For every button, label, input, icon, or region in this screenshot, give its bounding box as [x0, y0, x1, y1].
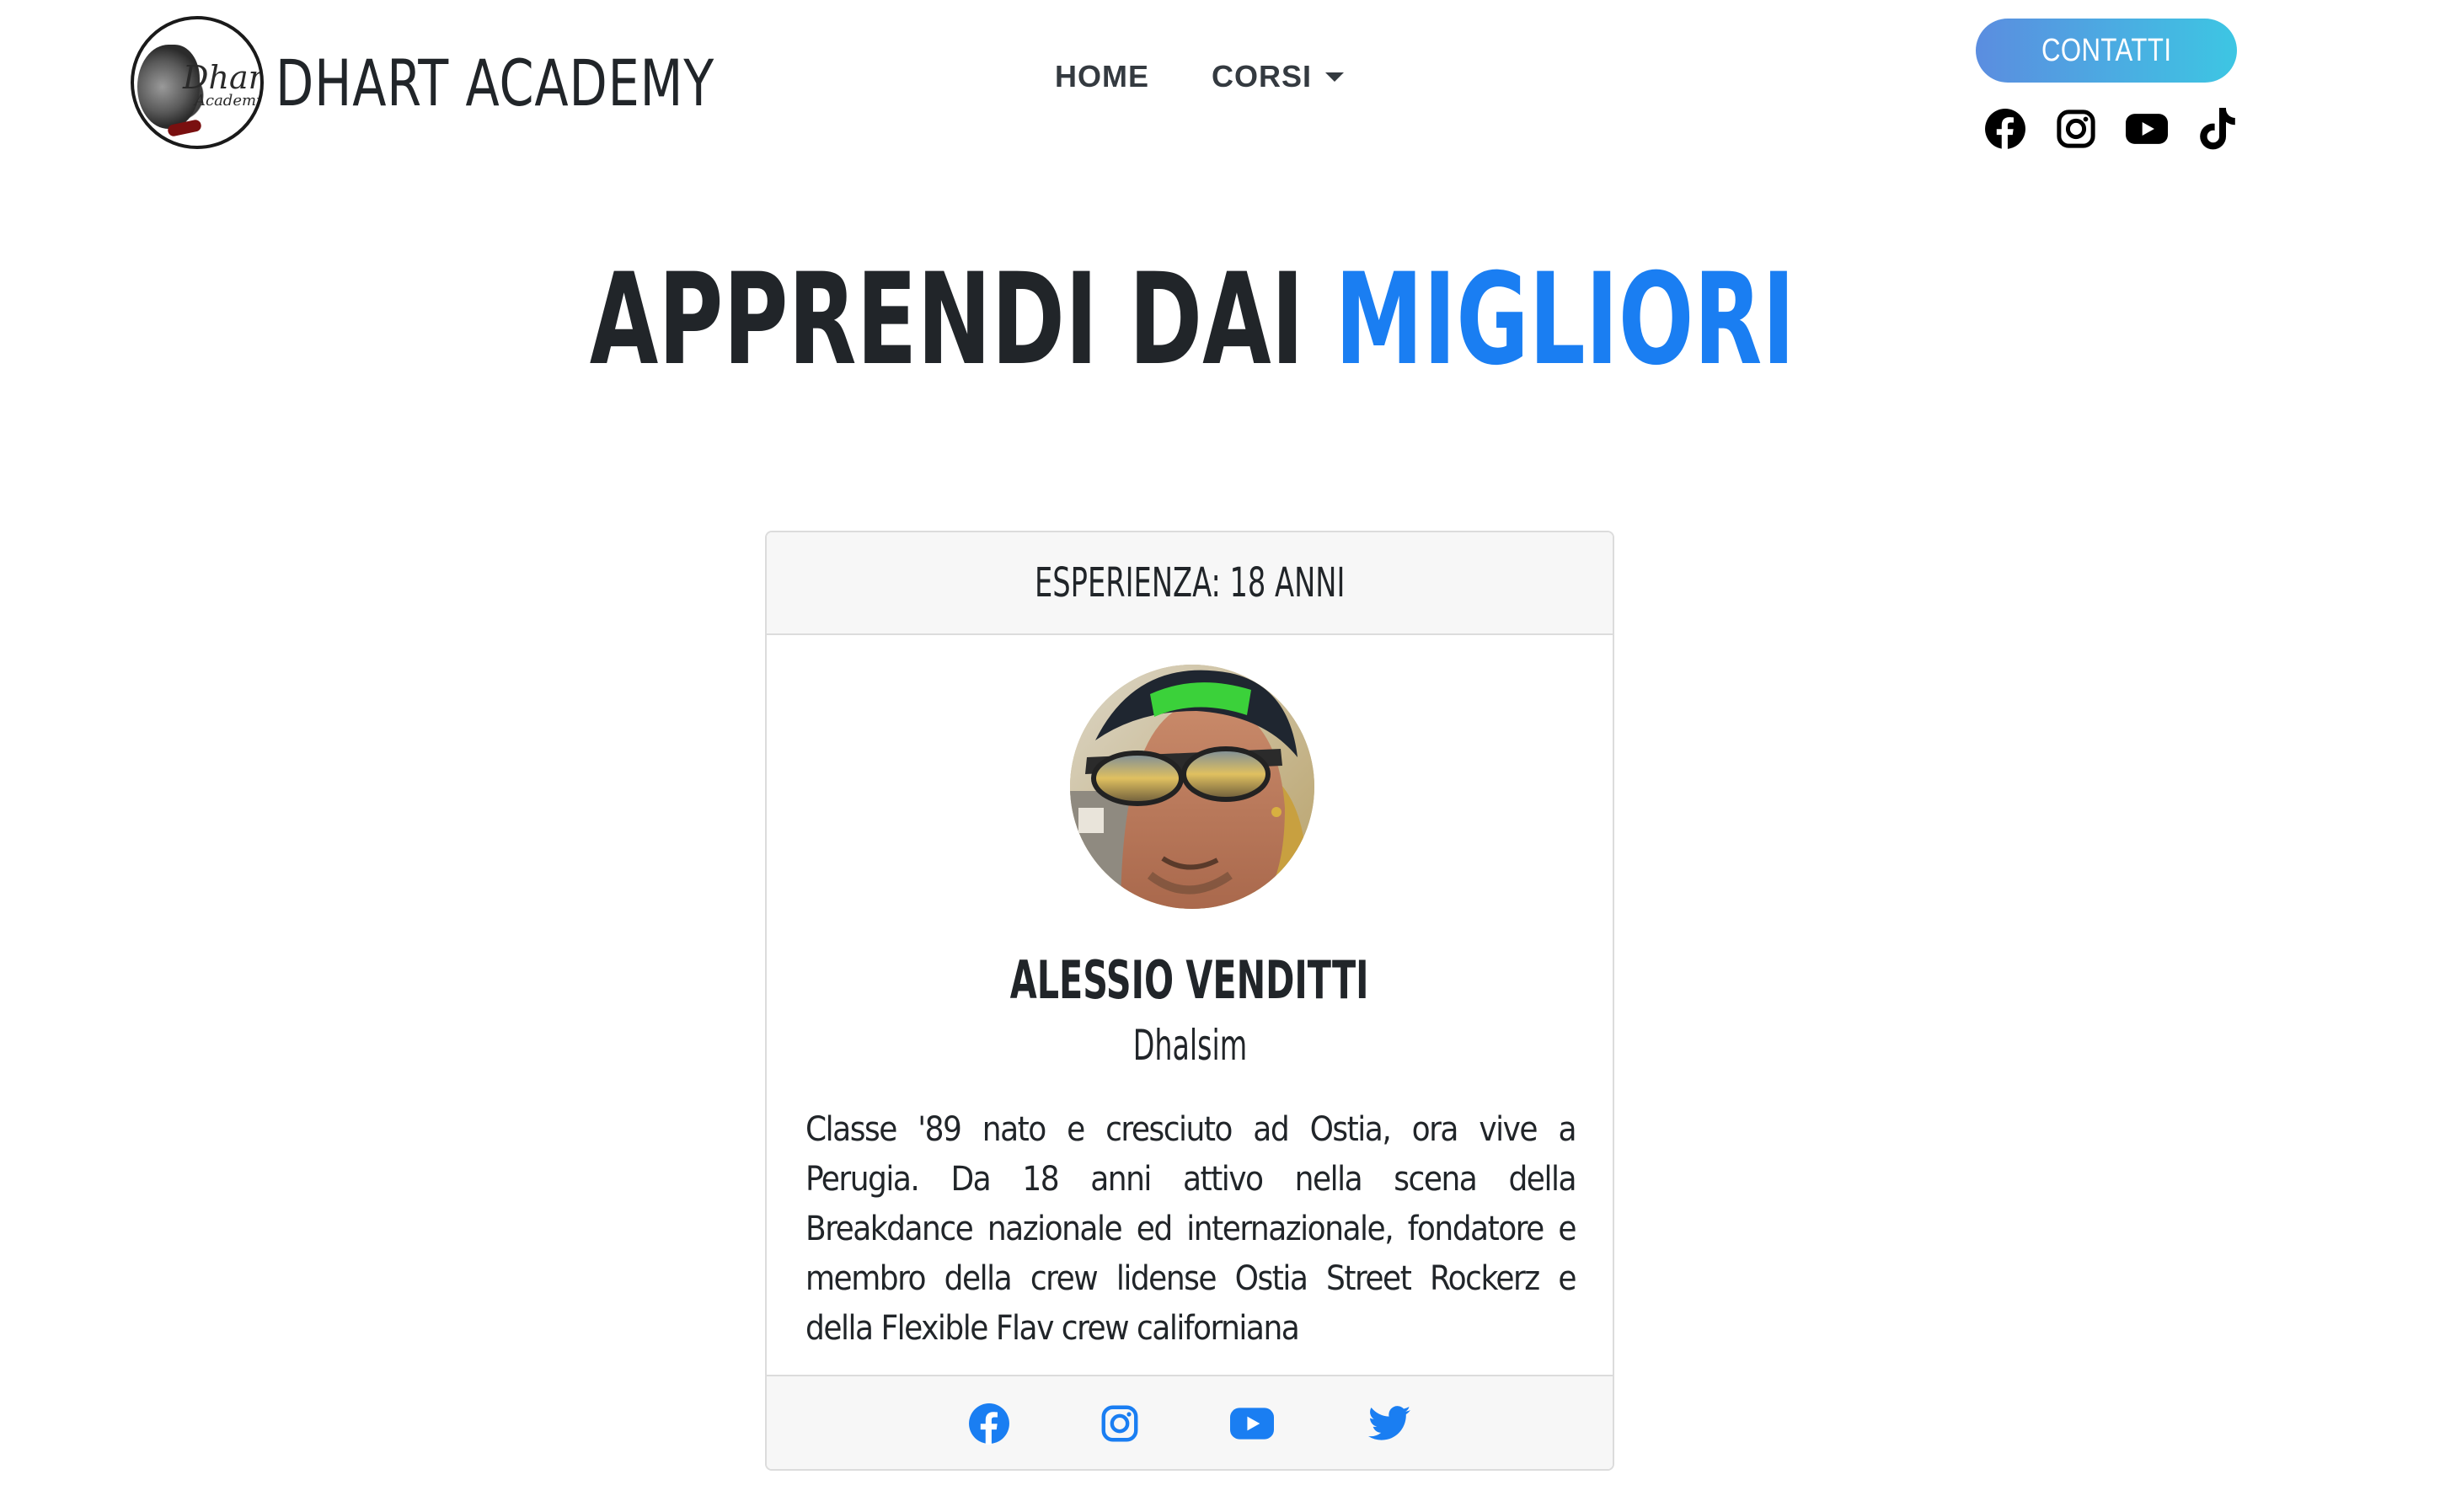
instructor-bio: Classe '89 nato e cresciuto ad Ostia, or…: [805, 1110, 1577, 1348]
youtube-icon[interactable]: [2126, 108, 2168, 150]
facebook-icon[interactable]: [1984, 108, 2026, 150]
nav-home-link[interactable]: HOME: [1055, 59, 1149, 94]
brand-name[interactable]: DHART ACADEMY: [276, 45, 714, 120]
nav-courses-dropdown[interactable]: CORSI: [1212, 59, 1345, 94]
brand-logo[interactable]: Dhart Academy: [131, 16, 264, 149]
logo-text-line1: Dhart: [183, 59, 264, 96]
instructor-name-text: ALESSIO VENDITTI: [1010, 949, 1369, 1011]
page-title-accent: MIGLIORI: [1335, 247, 1795, 393]
youtube-icon[interactable]: [1230, 1402, 1274, 1445]
twitter-icon[interactable]: [1367, 1402, 1411, 1445]
contact-button-label: CONTATTI: [2041, 32, 2172, 68]
caret-down-icon: [1325, 72, 1345, 82]
instructor-alias-text: Dhalsim: [1132, 1021, 1247, 1070]
tiktok-icon[interactable]: [2196, 108, 2239, 150]
nav-home-label: HOME: [1055, 59, 1149, 93]
page-title-main: APPRENDI DAI: [589, 247, 1304, 393]
experience-label: ESPERIENZA: 18 ANNI: [1034, 559, 1346, 606]
instagram-icon[interactable]: [2055, 108, 2097, 150]
instructor-name: ALESSIO VENDITTI: [767, 949, 1613, 1011]
card-footer: [767, 1375, 1613, 1469]
header-social-links: [1984, 108, 2239, 150]
card-header: ESPERIENZA: 18 ANNI: [767, 532, 1613, 635]
instructor-card: ESPERIENZA: 18 ANNI ALESSIO VENDITTI Dha…: [765, 531, 1614, 1471]
brand[interactable]: Dhart Academy DHART ACADEMY: [131, 15, 786, 150]
nav-courses-label: CORSI: [1212, 59, 1313, 93]
instructor-alias: Dhalsim: [767, 1021, 1613, 1070]
instagram-icon[interactable]: [1098, 1402, 1142, 1445]
main-nav: HOME CORSI: [1055, 59, 1345, 94]
page-title: APPRENDI DAI MIGLIORI: [0, 253, 2384, 387]
facebook-icon[interactable]: [967, 1402, 1011, 1445]
contact-button[interactable]: CONTATTI: [1976, 19, 2237, 83]
avatar: [1070, 665, 1314, 909]
logo-text-line2: Academy: [195, 92, 264, 110]
